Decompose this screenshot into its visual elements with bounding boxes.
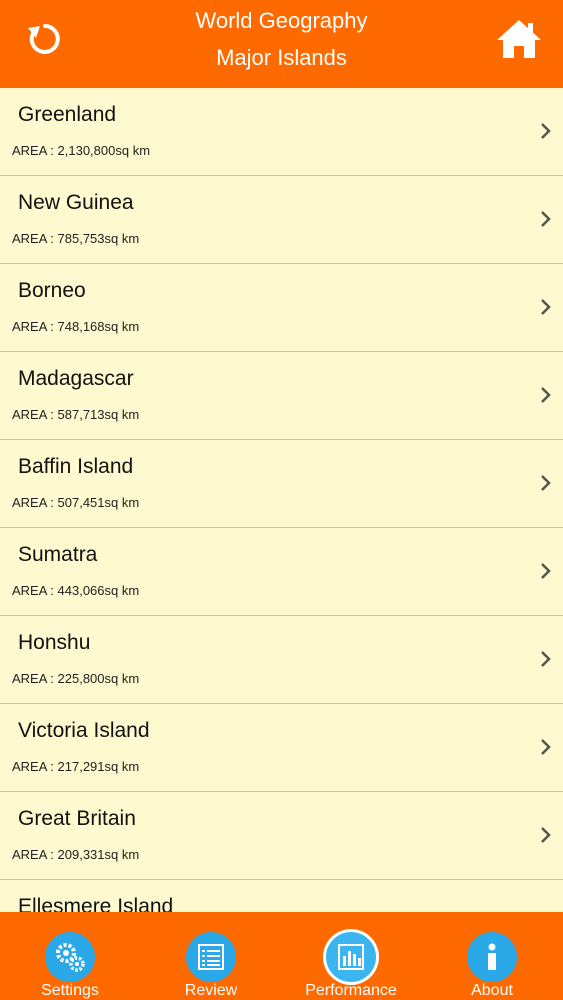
list-icon <box>198 944 224 970</box>
island-name: Baffin Island <box>18 455 134 478</box>
list-item[interactable]: Ellesmere Island <box>0 880 563 912</box>
tab-label: Performance <box>305 982 397 999</box>
chevron-right-icon <box>541 827 551 843</box>
tab-review[interactable]: Review <box>141 912 281 1000</box>
tab-bar: Settings Review Performance About <box>0 912 563 1000</box>
island-area: AREA : 443,066sq km <box>12 583 140 598</box>
list-item[interactable]: Honshu AREA : 225,800sq km <box>0 616 563 704</box>
tab-performance[interactable]: Performance <box>281 912 421 1000</box>
list-item[interactable]: Madagascar AREA : 587,713sq km <box>0 352 563 440</box>
list-item[interactable]: Victoria Island AREA : 217,291sq km <box>0 704 563 792</box>
island-area: AREA : 217,291sq km <box>12 759 140 774</box>
list-item[interactable]: Great Britain AREA : 209,331sq km <box>0 792 563 880</box>
island-name: Greenland <box>18 103 117 126</box>
chevron-right-icon <box>541 563 551 579</box>
chevron-right-icon <box>541 739 551 755</box>
island-name: Ellesmere Island <box>18 895 174 912</box>
island-area: AREA : 748,168sq km <box>12 319 140 334</box>
header-bar: World Geography Major Islands <box>0 0 563 88</box>
island-name: Sumatra <box>18 543 98 566</box>
island-area: AREA : 785,753sq km <box>12 231 140 246</box>
settings-icon-circle <box>45 932 95 982</box>
tab-about[interactable]: About <box>422 912 562 1000</box>
list-item[interactable]: Sumatra AREA : 443,066sq km <box>0 528 563 616</box>
tab-label: Review <box>184 982 238 999</box>
gears-icon <box>56 943 85 972</box>
chevron-right-icon <box>541 651 551 667</box>
info-icon <box>488 943 496 970</box>
tab-label: Settings <box>41 982 99 999</box>
page-title: Major Islands <box>216 45 347 70</box>
performance-icon-circle <box>326 932 376 982</box>
about-icon-circle <box>467 932 517 982</box>
list-item[interactable]: Borneo AREA : 748,168sq km <box>0 264 563 352</box>
home-button[interactable] <box>494 14 544 64</box>
home-icon <box>497 20 541 58</box>
tab-settings[interactable]: Settings <box>0 912 140 1000</box>
island-name: Great Britain <box>18 807 136 830</box>
island-area: AREA : 225,800sq km <box>12 671 140 686</box>
chevron-right-icon <box>541 475 551 491</box>
bar-chart-icon <box>338 944 364 970</box>
list-item[interactable]: Greenland AREA : 2,130,800sq km <box>0 88 563 176</box>
chevron-right-icon <box>541 211 551 227</box>
list-item[interactable]: New Guinea AREA : 785,753sq km <box>0 176 563 264</box>
island-area: AREA : 507,451sq km <box>12 495 140 510</box>
app-title: World Geography <box>195 8 368 33</box>
chevron-right-icon <box>541 299 551 315</box>
island-area: AREA : 587,713sq km <box>12 407 140 422</box>
island-name: Honshu <box>18 631 91 654</box>
island-name: Madagascar <box>18 367 134 390</box>
chevron-right-icon <box>541 387 551 403</box>
island-name: Borneo <box>18 279 86 302</box>
island-name: Victoria Island <box>18 719 150 742</box>
island-list: Greenland AREA : 2,130,800sq km New Guin… <box>0 88 563 912</box>
tab-label: About <box>471 982 513 999</box>
island-area: AREA : 209,331sq km <box>12 847 140 862</box>
island-area: AREA : 2,130,800sq km <box>12 143 151 158</box>
list-item[interactable]: Baffin Island AREA : 507,451sq km <box>0 440 563 528</box>
chevron-right-icon <box>541 123 551 139</box>
review-icon-circle <box>186 932 236 982</box>
island-name: New Guinea <box>18 191 134 214</box>
